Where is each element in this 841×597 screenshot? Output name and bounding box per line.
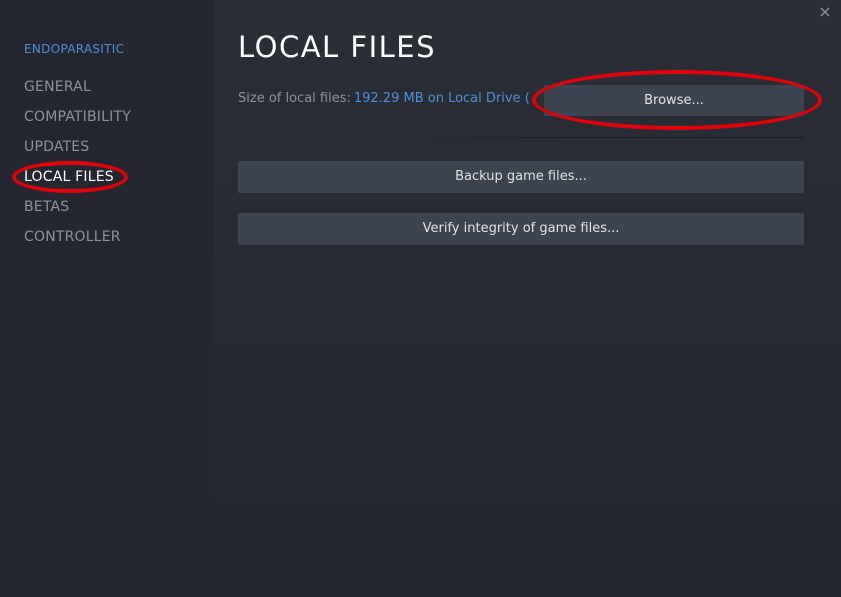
main-panel: × LOCAL FILES Size of local files: 192.29…	[214, 0, 841, 597]
sidebar-item-general[interactable]: GENERAL	[24, 77, 131, 107]
sidebar-item-updates[interactable]: UPDATES	[24, 137, 131, 167]
properties-window: ENDOPARASITIC GENERAL COMPATIBILITY UPDA…	[0, 0, 841, 597]
sidebar-item-compatibility[interactable]: COMPATIBILITY	[24, 107, 131, 137]
sidebar-item-local-files[interactable]: LOCAL FILES	[24, 167, 131, 197]
sidebar: ENDOPARASITIC GENERAL COMPATIBILITY UPDA…	[0, 0, 214, 597]
sidebar-item-controller[interactable]: CONTROLLER	[24, 227, 131, 257]
divider	[418, 137, 804, 138]
sidebar-nav: GENERAL COMPATIBILITY UPDATES LOCAL FILE…	[24, 77, 131, 257]
verify-integrity-button[interactable]: Verify integrity of game files...	[238, 213, 804, 245]
local-files-size: Size of local files: 192.29 MB on Local D…	[238, 91, 530, 106]
size-value: 192.29 MB on Local Drive (	[353, 91, 530, 106]
sidebar-item-betas[interactable]: BETAS	[24, 197, 131, 227]
size-label: Size of local files:	[238, 91, 351, 106]
backup-game-files-button[interactable]: Backup game files...	[238, 161, 804, 193]
close-icon[interactable]: ×	[815, 2, 835, 22]
browse-button[interactable]: Browse...	[544, 85, 804, 116]
game-title: ENDOPARASITIC	[24, 42, 125, 56]
page-title: LOCAL FILES	[238, 30, 437, 64]
